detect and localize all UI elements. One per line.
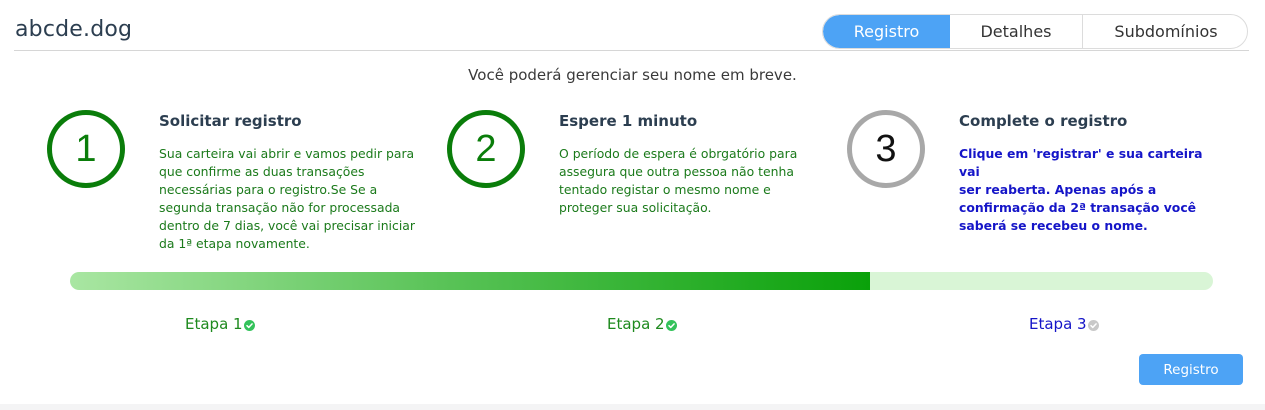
page-subtitle: Você poderá gerenciar seu nome em breve.	[468, 66, 797, 84]
etapa-2-label: Etapa 2	[607, 315, 677, 333]
step-2-title: Espere 1 minuto	[559, 112, 698, 130]
step-2-line: assegura que outra pessoa não tenha	[559, 164, 794, 179]
tab-bar: Registro Detalhes Subdomínios	[822, 14, 1248, 49]
step-3-line: Clique em 'registrar' e sua carteira vai	[959, 146, 1203, 179]
progress-bar-fill	[70, 272, 871, 290]
domain-title: abcde.dog	[15, 17, 133, 42]
step-2-line: proteger sua solicitação.	[559, 200, 712, 215]
step-3-line: saberá se recebeu o nome.	[959, 218, 1148, 233]
check-circle-icon	[243, 319, 255, 331]
step-1-line: segunda transação não for processada	[159, 200, 401, 215]
step-1-line: dentro de 7 dias, você vai precisar inic…	[159, 218, 415, 233]
progress-bar	[70, 272, 1213, 290]
step-2-line: tentado registar o mesmo nome e	[559, 182, 771, 197]
step-3-line: ser reaberta. Apenas após a	[959, 182, 1157, 197]
check-circle-icon	[1087, 319, 1099, 331]
step-1-line: que confirme as duas transações	[159, 164, 365, 179]
header-divider	[14, 50, 1249, 51]
etapa-3-label: Etapa 3	[1029, 315, 1099, 333]
step-3-description: Clique em 'registrar' e sua carteira vai…	[959, 145, 1219, 235]
etapa-1-label: Etapa 1	[185, 315, 255, 333]
step-1-number-circle: 1	[47, 110, 125, 188]
tab-subdominios[interactable]: Subdomínios	[1083, 15, 1247, 48]
step-2-number-circle: 2	[447, 110, 525, 188]
etapa-2-text: Etapa 2	[607, 315, 665, 333]
etapa-3-text: Etapa 3	[1029, 315, 1087, 333]
step-1-description: Sua carteira vai abrir e vamos pedir par…	[159, 145, 419, 253]
tab-detalhes[interactable]: Detalhes	[950, 15, 1083, 48]
etapa-1-text: Etapa 1	[185, 315, 243, 333]
step-1-title: Solicitar registro	[159, 112, 302, 130]
step-3-number-circle: 3	[847, 110, 925, 188]
check-circle-icon	[665, 319, 677, 331]
step-2-description: O período de espera é obrgatório para as…	[559, 145, 819, 217]
step-1-line: necessárias para o registro.Se Se a	[159, 182, 378, 197]
register-button[interactable]: Registro	[1139, 354, 1243, 385]
step-3-line: confirmação da 2ª transação você	[959, 200, 1197, 215]
step-3-title: Complete o registro	[959, 112, 1128, 130]
step-2-line: O período de espera é obrgatório para	[559, 146, 798, 161]
step-1-line: da 1ª etapa novamente.	[159, 236, 310, 251]
step-1-line: Sua carteira vai abrir e vamos pedir par…	[159, 146, 415, 161]
tab-registro[interactable]: Registro	[823, 15, 950, 48]
registration-card: abcde.dog Registro Detalhes Subdomínios …	[0, 0, 1265, 404]
